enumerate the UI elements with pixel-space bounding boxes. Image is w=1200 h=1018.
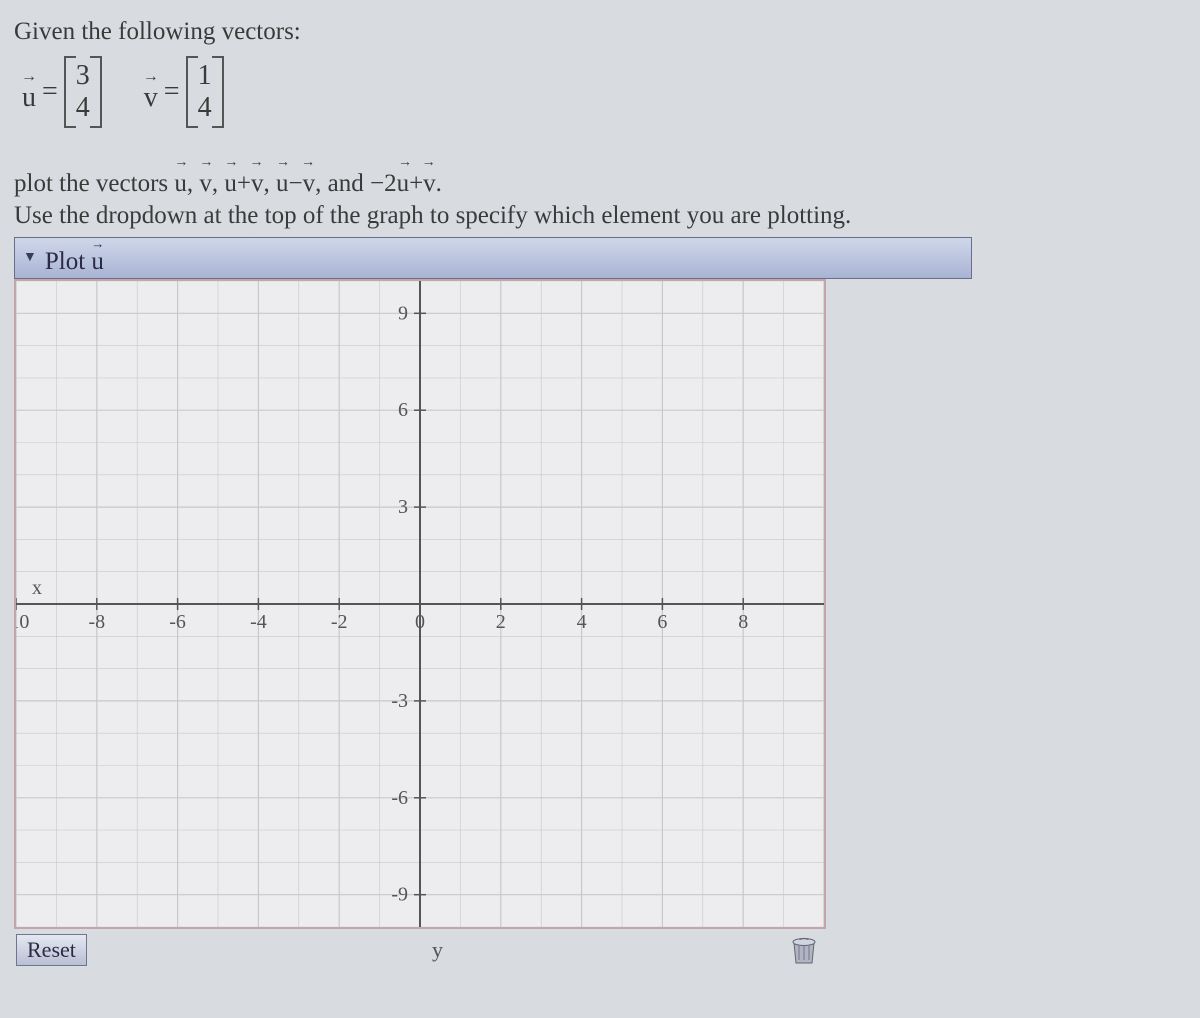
svg-text:-6: -6 (169, 611, 186, 633)
svg-text:-10: -10 (16, 611, 29, 633)
y-axis-label: y (432, 937, 443, 963)
plot-canvas[interactable]: -10 -8 -6 -4 -2 0 2 4 6 8 -9 -6 -3 3 6 9 x (14, 279, 826, 929)
u-val-1: 4 (76, 92, 90, 124)
vector-u-name: → u (22, 70, 36, 114)
svg-text:3: 3 (398, 496, 408, 518)
plot-selector-dropdown[interactable]: ▼ Plot →u (14, 237, 972, 279)
svg-text:-9: -9 (391, 884, 408, 906)
u-letter: u (22, 82, 36, 113)
svg-text:x: x (32, 577, 42, 599)
svg-text:4: 4 (577, 611, 587, 633)
and-word: and (328, 170, 370, 197)
svg-text:0: 0 (415, 611, 425, 633)
svg-text:-6: -6 (391, 787, 408, 809)
sep: , (212, 170, 225, 197)
v-val-0: 1 (198, 60, 212, 92)
svg-text:6: 6 (398, 399, 408, 421)
svg-text:9: 9 (398, 302, 408, 324)
arrow-icon: → (21, 68, 35, 86)
svg-text:-8: -8 (88, 611, 105, 633)
v-column-vector: 1 4 (186, 56, 224, 128)
svg-text:2: 2 (496, 611, 506, 633)
expr-v: →v (199, 158, 212, 199)
plot-prefix: Plot (45, 248, 92, 275)
instruct-line-2: Use the dropdown at the top of the graph… (14, 202, 851, 229)
reset-button[interactable]: Reset (16, 934, 87, 966)
plot-instruction-line-1: plot the vectors →u, →v, →→u+v, →→u−v, a… (14, 158, 1186, 231)
equals-sign: = (164, 76, 180, 108)
instruct-prefix: plot the vectors (14, 170, 174, 197)
vector-u-definition: → u = 3 4 (22, 56, 102, 128)
equals-sign: = (42, 76, 58, 108)
coordinate-grid: -10 -8 -6 -4 -2 0 2 4 6 8 -9 -6 -3 3 6 9 x (16, 281, 824, 927)
arrow-icon: → (143, 68, 157, 86)
u-val-0: 3 (76, 60, 90, 92)
vector-definitions: → u = 3 4 → v = 1 4 (22, 56, 1186, 128)
expr-umv: →→u−v (276, 158, 315, 199)
expr-combo: →→−2u+v (370, 158, 436, 199)
problem-intro: Given the following vectors: (14, 18, 1186, 46)
vector-v-definition: → v = 1 4 (144, 56, 224, 128)
selected-vector: →u (91, 240, 104, 276)
sep: , (264, 170, 277, 197)
chevron-down-icon: ▼ (23, 250, 37, 266)
svg-text:6: 6 (657, 611, 667, 633)
svg-text:-3: -3 (391, 690, 408, 712)
trash-icon[interactable] (788, 933, 820, 967)
expr-u: →u (174, 158, 187, 199)
u-column-vector: 3 4 (64, 56, 102, 128)
period: . (436, 170, 442, 197)
sep: , (187, 170, 200, 197)
svg-text:8: 8 (738, 611, 748, 633)
svg-text:-4: -4 (250, 611, 267, 633)
v-val-1: 4 (198, 92, 212, 124)
v-letter: v (144, 82, 158, 113)
expr-upv: →→u+v (224, 158, 263, 199)
plot-selector-label: Plot →u (45, 240, 104, 276)
vector-v-name: → v (144, 70, 158, 114)
svg-text:-2: -2 (331, 611, 348, 633)
graph-footer: Reset y (14, 929, 826, 967)
sep: , (315, 170, 328, 197)
